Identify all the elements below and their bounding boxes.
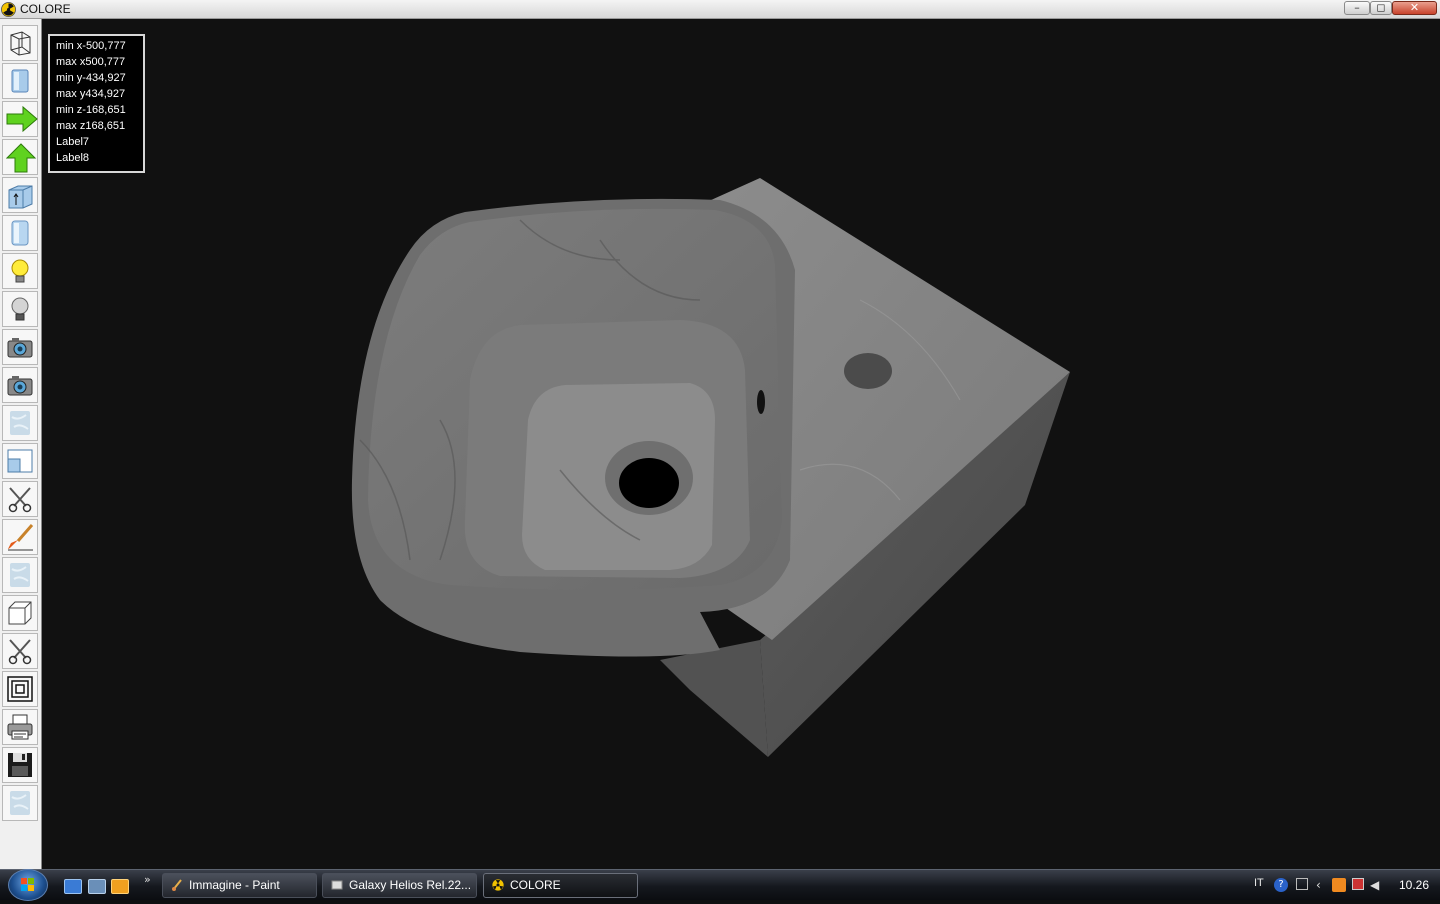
lightbulb-off-icon bbox=[11, 297, 29, 321]
marble-texture-icon bbox=[10, 411, 30, 435]
bounds-info-panel: min x-500,777 max x500,777 min y-434,927… bbox=[48, 34, 145, 173]
min-z-label: min z-168,651 bbox=[56, 104, 126, 116]
texture-tool-2[interactable] bbox=[2, 557, 38, 593]
solid-view-tool[interactable] bbox=[2, 63, 38, 99]
clock[interactable]: 10.26 bbox=[1399, 878, 1429, 892]
blue-panel-icon bbox=[11, 69, 29, 93]
update-icon[interactable] bbox=[1332, 878, 1346, 892]
close-button[interactable]: ✕ bbox=[1392, 1, 1437, 15]
camera-tool-2[interactable] bbox=[2, 367, 38, 403]
task-label: Galaxy Helios Rel.22... bbox=[349, 878, 472, 892]
media-player-icon[interactable] bbox=[111, 879, 129, 894]
cube-tool[interactable] bbox=[2, 595, 38, 631]
marble-texture-icon bbox=[10, 791, 30, 815]
camera-icon bbox=[7, 338, 33, 358]
max-z-label: max z168,651 bbox=[56, 120, 126, 132]
min-y-label: min y-434,927 bbox=[56, 72, 126, 84]
box-up-icon bbox=[8, 185, 33, 209]
overflow-hole bbox=[757, 390, 765, 414]
cube-icon bbox=[8, 601, 32, 625]
texture-tool[interactable] bbox=[2, 405, 38, 441]
help-icon[interactable]: ? bbox=[1274, 878, 1288, 892]
print-tool[interactable] bbox=[2, 709, 38, 745]
wireframe-tool[interactable] bbox=[2, 25, 38, 61]
sink-3d-model[interactable] bbox=[42, 19, 1440, 869]
box-up-tool[interactable] bbox=[2, 177, 38, 213]
brush-icon bbox=[8, 524, 34, 551]
language-indicator[interactable]: IT bbox=[1254, 877, 1264, 889]
cut-tool-2[interactable] bbox=[2, 633, 38, 669]
maximize-button[interactable]: ◻ bbox=[1370, 1, 1392, 15]
left-toolbar bbox=[0, 19, 42, 869]
3d-viewport[interactable] bbox=[42, 19, 1440, 869]
task-label: COLORE bbox=[510, 878, 561, 892]
floppy-icon bbox=[8, 753, 32, 777]
blue-panel-icon bbox=[11, 220, 29, 246]
window-title: COLORE bbox=[20, 2, 71, 16]
texture-tool-3[interactable] bbox=[2, 785, 38, 821]
green-arrow-up-icon bbox=[6, 143, 37, 173]
frame-tool[interactable] bbox=[2, 671, 38, 707]
task-colore[interactable]: COLORE bbox=[483, 873, 638, 898]
green-arrow-right-icon bbox=[6, 105, 38, 133]
radiation-app-icon bbox=[1, 2, 16, 17]
quick-launch-more-icon[interactable]: » bbox=[144, 873, 151, 886]
min-x-label: min x-500,777 bbox=[56, 40, 126, 52]
minimize-button[interactable]: – bbox=[1344, 1, 1370, 15]
camera-icon bbox=[7, 376, 33, 396]
window-tool[interactable] bbox=[2, 443, 38, 479]
windows-logo-icon bbox=[21, 878, 34, 891]
nested-squares-icon bbox=[7, 676, 33, 702]
task-paint[interactable]: Immagine - Paint bbox=[162, 873, 317, 898]
panel-tool[interactable] bbox=[2, 215, 38, 251]
paint-tool[interactable] bbox=[2, 519, 38, 555]
paint-app-icon bbox=[172, 879, 182, 891]
switch-windows-icon[interactable] bbox=[88, 879, 106, 894]
arrow-right-tool[interactable] bbox=[2, 101, 38, 137]
arrow-up-tool[interactable] bbox=[2, 139, 38, 175]
printer-icon bbox=[7, 714, 33, 740]
display-icon[interactable] bbox=[1352, 878, 1364, 890]
network-icon[interactable] bbox=[1296, 878, 1308, 890]
marble-texture-icon bbox=[10, 563, 30, 587]
helios-app-icon bbox=[331, 880, 343, 890]
drain-hole bbox=[619, 458, 679, 508]
start-button[interactable] bbox=[8, 869, 48, 901]
show-desktop-icon[interactable] bbox=[64, 879, 82, 894]
task-galaxy-helios[interactable]: Galaxy Helios Rel.22... bbox=[322, 873, 477, 898]
cut-tool[interactable] bbox=[2, 481, 38, 517]
label7: Label7 bbox=[56, 136, 90, 148]
camera-tool[interactable] bbox=[2, 329, 38, 365]
wireframe-icon bbox=[10, 31, 31, 56]
lightbulb-on-icon bbox=[11, 259, 29, 283]
title-bar: COLORE – ◻ ✕ bbox=[0, 0, 1440, 19]
taskbar: » Immagine - Paint Galaxy Helios Rel.22.… bbox=[0, 869, 1440, 901]
show-hidden-icons-icon[interactable]: ‹ bbox=[1316, 878, 1330, 892]
radiation-app-icon bbox=[492, 879, 504, 891]
max-y-label: max y434,927 bbox=[56, 88, 126, 100]
scissors-icon bbox=[8, 639, 32, 665]
task-label: Immagine - Paint bbox=[189, 878, 280, 892]
system-tray: IT ? ‹ ◀ 10.26 bbox=[1246, 870, 1440, 901]
max-x-label: max x500,777 bbox=[56, 56, 126, 68]
light-on-tool[interactable] bbox=[2, 253, 38, 289]
label8: Label8 bbox=[56, 152, 90, 164]
window-icon bbox=[7, 449, 33, 473]
light-off-tool[interactable] bbox=[2, 291, 38, 327]
volume-icon[interactable]: ◀ bbox=[1370, 878, 1384, 892]
tap-hole bbox=[844, 353, 892, 389]
block-front-face bbox=[660, 640, 768, 757]
save-tool[interactable] bbox=[2, 747, 38, 783]
scissors-icon bbox=[8, 487, 32, 513]
